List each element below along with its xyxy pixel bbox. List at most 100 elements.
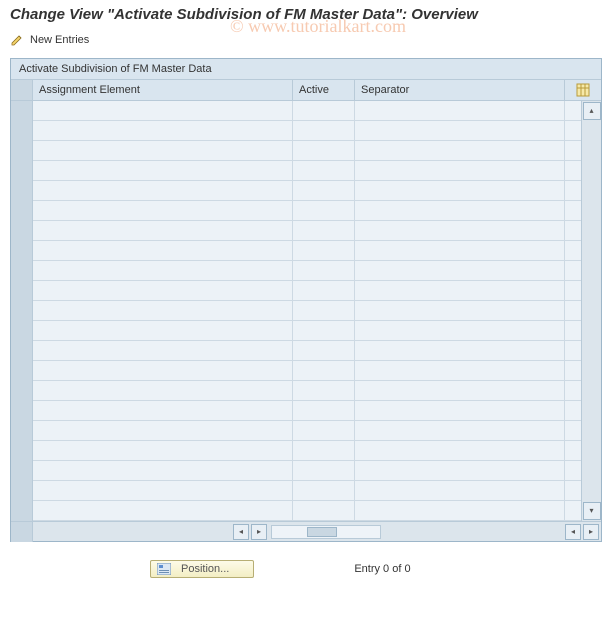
table-row[interactable] — [11, 301, 581, 321]
hscroll-right-button[interactable]: ▸ — [251, 524, 267, 540]
cell-separator[interactable] — [355, 421, 565, 441]
cell-active[interactable] — [293, 481, 355, 501]
cell-active[interactable] — [293, 261, 355, 281]
cell-separator[interactable] — [355, 261, 565, 281]
cell-assignment[interactable] — [33, 341, 293, 361]
cell-separator[interactable] — [355, 361, 565, 381]
cell-assignment[interactable] — [33, 181, 293, 201]
row-selector[interactable] — [11, 121, 33, 141]
cell-assignment[interactable] — [33, 501, 293, 521]
cell-assignment[interactable] — [33, 221, 293, 241]
row-selector[interactable] — [11, 321, 33, 341]
cell-separator[interactable] — [355, 401, 565, 421]
cell-separator[interactable] — [355, 161, 565, 181]
scroll-track[interactable] — [582, 121, 601, 501]
cell-active[interactable] — [293, 341, 355, 361]
vertical-scrollbar[interactable]: ▴ ▾ — [581, 101, 601, 521]
cell-active[interactable] — [293, 141, 355, 161]
table-row[interactable] — [11, 481, 581, 501]
cell-active[interactable] — [293, 101, 355, 121]
cell-assignment[interactable] — [33, 421, 293, 441]
row-selector[interactable] — [11, 301, 33, 321]
cell-active[interactable] — [293, 301, 355, 321]
cell-assignment[interactable] — [33, 141, 293, 161]
row-selector[interactable] — [11, 141, 33, 161]
cell-active[interactable] — [293, 461, 355, 481]
row-selector[interactable] — [11, 281, 33, 301]
row-selector[interactable] — [11, 221, 33, 241]
row-selector[interactable] — [11, 401, 33, 421]
table-row[interactable] — [11, 441, 581, 461]
cell-active[interactable] — [293, 121, 355, 141]
cell-assignment[interactable] — [33, 241, 293, 261]
cell-separator[interactable] — [355, 121, 565, 141]
table-row[interactable] — [11, 401, 581, 421]
table-row[interactable] — [11, 361, 581, 381]
cell-assignment[interactable] — [33, 121, 293, 141]
new-entries-button[interactable]: New Entries — [10, 33, 89, 47]
row-selector[interactable] — [11, 421, 33, 441]
cell-active[interactable] — [293, 201, 355, 221]
cell-active[interactable] — [293, 181, 355, 201]
column-header-active[interactable]: Active — [293, 80, 355, 100]
cell-active[interactable] — [293, 241, 355, 261]
cell-separator[interactable] — [355, 201, 565, 221]
row-selector[interactable] — [11, 261, 33, 281]
cell-assignment[interactable] — [33, 201, 293, 221]
row-selector[interactable] — [11, 481, 33, 501]
table-row[interactable] — [11, 461, 581, 481]
scroll-down-button[interactable]: ▾ — [583, 502, 601, 520]
cell-assignment[interactable] — [33, 481, 293, 501]
scroll-up-button[interactable]: ▴ — [583, 102, 601, 120]
cell-assignment[interactable] — [33, 161, 293, 181]
table-row[interactable] — [11, 261, 581, 281]
row-selector[interactable] — [11, 341, 33, 361]
cell-separator[interactable] — [355, 301, 565, 321]
row-selector[interactable] — [11, 381, 33, 401]
table-row[interactable] — [11, 161, 581, 181]
cell-assignment[interactable] — [33, 361, 293, 381]
row-selector[interactable] — [11, 461, 33, 481]
table-row[interactable] — [11, 381, 581, 401]
cell-active[interactable] — [293, 401, 355, 421]
row-selector[interactable] — [11, 101, 33, 121]
cell-active[interactable] — [293, 321, 355, 341]
column-header-assignment[interactable]: Assignment Element — [33, 80, 293, 100]
cell-separator[interactable] — [355, 141, 565, 161]
table-row[interactable] — [11, 341, 581, 361]
cell-assignment[interactable] — [33, 401, 293, 421]
table-row[interactable] — [11, 121, 581, 141]
column-settings[interactable] — [565, 80, 601, 100]
table-row[interactable] — [11, 321, 581, 341]
hscroll-left-button[interactable]: ◂ — [233, 524, 249, 540]
table-row[interactable] — [11, 221, 581, 241]
cell-active[interactable] — [293, 381, 355, 401]
table-row[interactable] — [11, 421, 581, 441]
cell-separator[interactable] — [355, 381, 565, 401]
cell-assignment[interactable] — [33, 281, 293, 301]
position-button[interactable]: Position... — [150, 560, 254, 578]
horizontal-scrollbar[interactable]: ◂ ▸ ◂ ▸ — [11, 521, 601, 541]
row-selector[interactable] — [11, 161, 33, 181]
cell-separator[interactable] — [355, 341, 565, 361]
table-row[interactable] — [11, 101, 581, 121]
cell-separator[interactable] — [355, 281, 565, 301]
cell-assignment[interactable] — [33, 441, 293, 461]
row-selector[interactable] — [11, 501, 33, 521]
row-selector[interactable] — [11, 201, 33, 221]
table-row[interactable] — [11, 201, 581, 221]
cell-separator[interactable] — [355, 221, 565, 241]
row-selector[interactable] — [11, 361, 33, 381]
row-selector[interactable] — [11, 241, 33, 261]
table-row[interactable] — [11, 501, 581, 521]
hscroll-left-button-2[interactable]: ◂ — [565, 524, 581, 540]
cell-separator[interactable] — [355, 501, 565, 521]
cell-separator[interactable] — [355, 461, 565, 481]
row-selector[interactable] — [11, 181, 33, 201]
cell-assignment[interactable] — [33, 301, 293, 321]
cell-separator[interactable] — [355, 481, 565, 501]
cell-active[interactable] — [293, 421, 355, 441]
table-row[interactable] — [11, 181, 581, 201]
cell-active[interactable] — [293, 221, 355, 241]
cell-separator[interactable] — [355, 181, 565, 201]
